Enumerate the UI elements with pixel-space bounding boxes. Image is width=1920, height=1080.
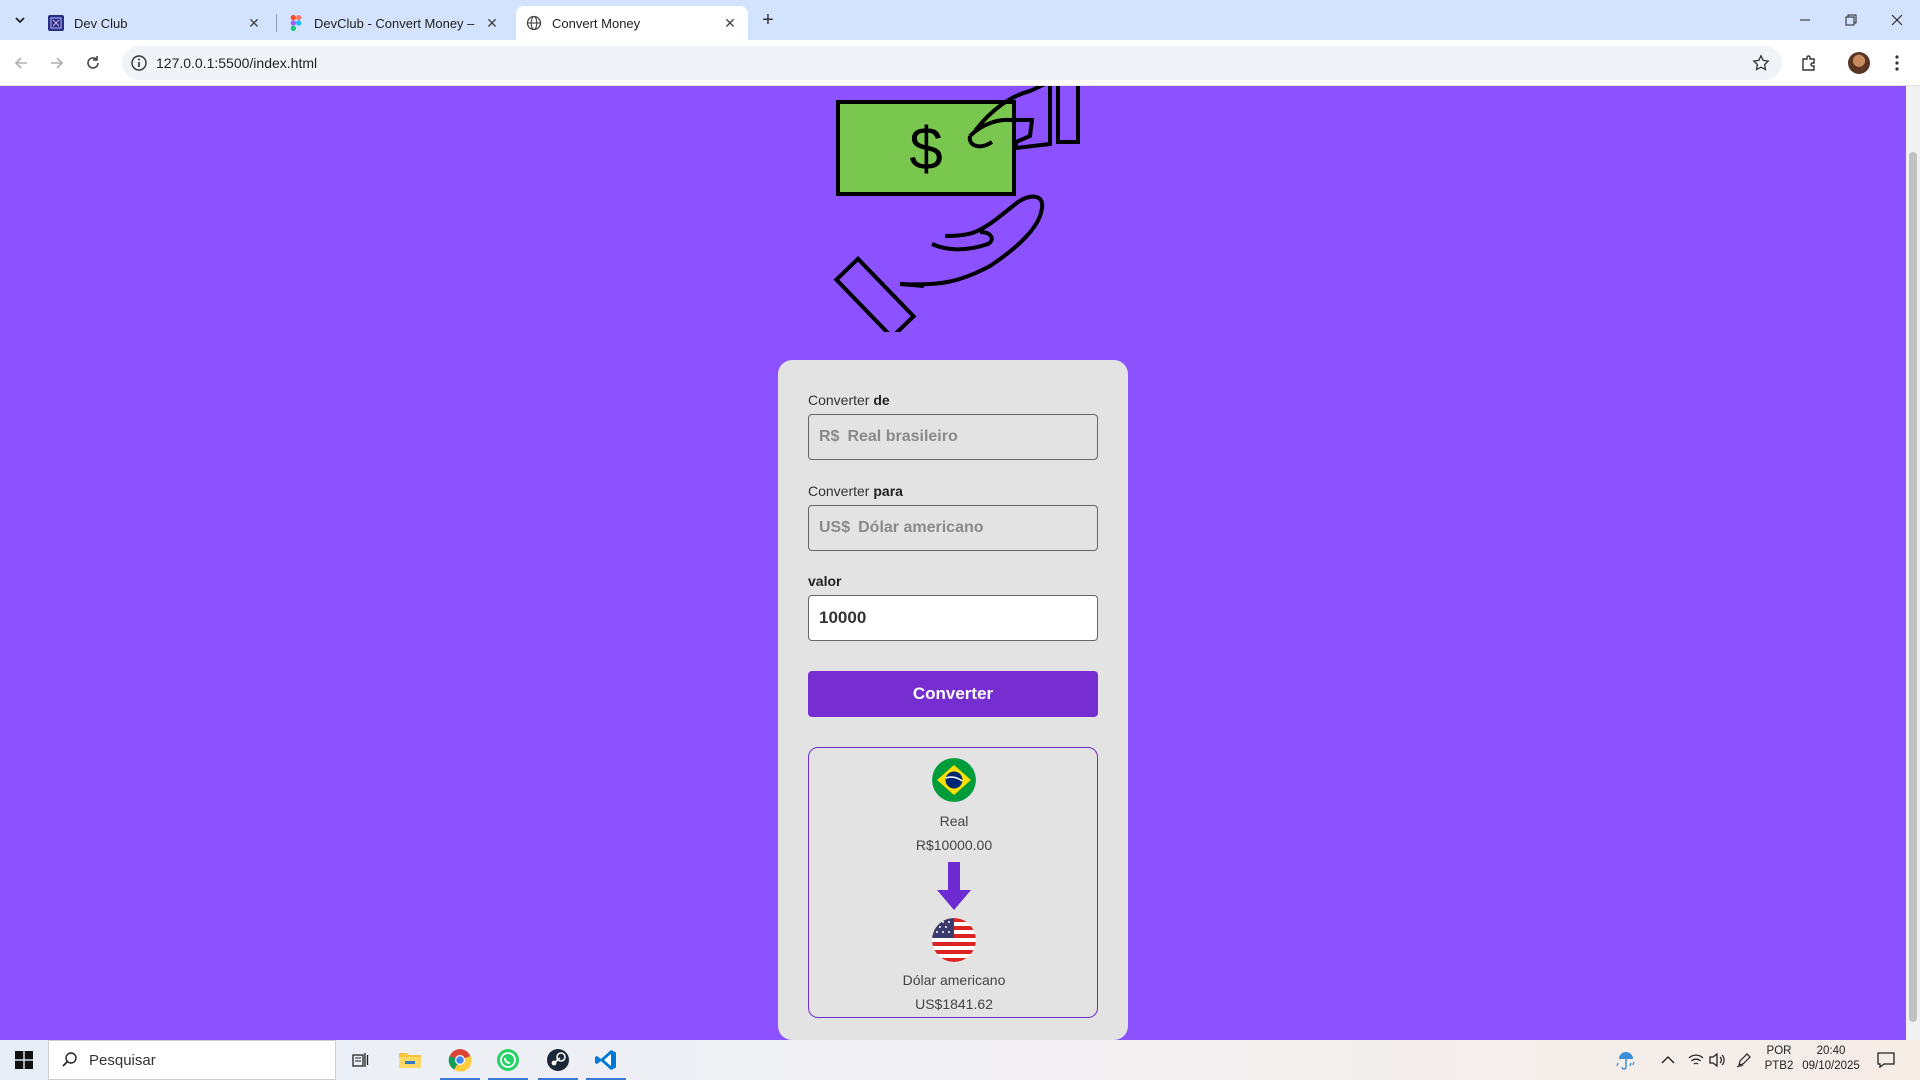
arrow-right-icon: [51, 57, 64, 69]
profile-avatar[interactable]: [1848, 52, 1870, 74]
from-currency-symbol: R$: [819, 428, 840, 445]
clock-date: 09/10/2025: [1802, 1060, 1860, 1072]
search-icon: [62, 1052, 77, 1067]
to-currency-label: Converter para: [808, 483, 903, 499]
language-text: POR: [1766, 1045, 1792, 1057]
converter-card: Converter de R$ Real brasileiro Converte…: [778, 360, 1128, 1040]
minimize-icon: [1800, 19, 1810, 21]
from-label-text: Converter: [808, 392, 870, 408]
folder-icon: [399, 1053, 421, 1068]
page-scrollbar[interactable]: [1906, 86, 1920, 1040]
new-tab-button[interactable]: +: [756, 8, 780, 32]
site-info-icon[interactable]: [130, 54, 148, 72]
value-input[interactable]: [808, 595, 1098, 641]
figma-favicon-icon: [288, 15, 304, 31]
weather-button[interactable]: [1602, 1040, 1650, 1080]
kebab-menu-icon: [1895, 55, 1899, 71]
reload-icon: [87, 56, 99, 69]
from-currency-label: Converter de: [808, 392, 890, 408]
conversion-result-box: Real R$10000.00 Dólar americano US$1841.…: [808, 747, 1098, 1018]
task-view-icon: [352, 1053, 369, 1067]
close-tab-icon[interactable]: ✕: [484, 15, 500, 31]
to-currency-name: Dólar americano: [858, 519, 984, 536]
steam-icon: [547, 1049, 569, 1071]
close-tab-icon[interactable]: ✕: [246, 15, 262, 31]
clock[interactable]: 20:40 09/10/2025: [1796, 1044, 1866, 1074]
task-view-button[interactable]: [336, 1040, 384, 1080]
devclub-favicon-icon: [48, 15, 64, 31]
close-tab-icon[interactable]: ✕: [722, 15, 738, 31]
restore-icon: [1845, 14, 1857, 26]
to-label-text: Converter: [808, 483, 870, 499]
browser-tab-bar: Dev Club ✕ DevClub - Convert Money – Fig…: [0, 0, 1920, 40]
whatsapp-button[interactable]: [484, 1040, 532, 1080]
keyboard-layout-text: PTB2: [1764, 1060, 1794, 1072]
minimize-button[interactable]: [1782, 0, 1828, 40]
extensions-button[interactable]: [1796, 50, 1822, 76]
tab-convert-money[interactable]: Convert Money ✕: [516, 6, 748, 40]
restore-button[interactable]: [1828, 0, 1874, 40]
tab-search-button[interactable]: [8, 8, 32, 32]
tab-title: DevClub - Convert Money – Fig: [314, 15, 478, 31]
globe-icon: [526, 15, 542, 31]
input-language-indicator[interactable]: POR PTB2: [1764, 1044, 1794, 1074]
tab-separator: [276, 14, 277, 32]
file-explorer-button[interactable]: [386, 1040, 434, 1080]
pen-icon: [1736, 1053, 1751, 1068]
windows-logo-icon: [15, 1051, 33, 1069]
puzzle-icon: [1802, 55, 1815, 71]
close-icon: [1891, 14, 1903, 26]
pen-menu-button[interactable]: [1722, 1040, 1766, 1080]
bookmark-star-icon[interactable]: [1752, 54, 1770, 72]
usa-flag-icon: [932, 918, 976, 962]
tab-figma[interactable]: DevClub - Convert Money – Fig ✕: [278, 6, 510, 40]
from-currency-result-value: R$10000.00: [915, 837, 993, 853]
close-window-button[interactable]: [1874, 0, 1920, 40]
to-currency-result-name: Dólar americano: [902, 972, 1006, 988]
to-currency-result-value: US$1841.62: [915, 996, 993, 1012]
tab-title: Dev Club: [74, 15, 128, 31]
whatsapp-icon: [497, 1049, 519, 1071]
svg-text:$: $: [909, 115, 942, 182]
search-placeholder: Pesquisar: [89, 1051, 156, 1069]
steam-button[interactable]: [534, 1040, 582, 1080]
to-currency-select[interactable]: US$ Dólar americano: [808, 505, 1098, 551]
convert-button[interactable]: Converter: [808, 671, 1098, 717]
reload-button[interactable]: [80, 50, 106, 76]
tab-title: Convert Money: [552, 15, 641, 31]
browser-menu-button[interactable]: [1884, 50, 1910, 76]
money-hand-illustration-icon: $: [833, 86, 1080, 332]
to-currency-symbol: US$: [819, 519, 851, 536]
scrollbar-thumb[interactable]: [1909, 152, 1917, 1022]
notification-icon: [1877, 1052, 1895, 1068]
notifications-button[interactable]: [1862, 1040, 1910, 1080]
vscode-button[interactable]: [582, 1040, 630, 1080]
chrome-button[interactable]: [436, 1040, 484, 1080]
vscode-icon: [595, 1050, 616, 1070]
chrome-icon: [448, 1049, 472, 1072]
taskbar-search-box[interactable]: Pesquisar: [48, 1040, 336, 1080]
from-currency-select[interactable]: R$ Real brasileiro: [808, 414, 1098, 460]
address-bar[interactable]: 127.0.0.1:5500/index.html: [122, 46, 1782, 80]
forward-button[interactable]: [44, 50, 70, 76]
to-label-bold: para: [873, 483, 903, 499]
value-label: valor: [808, 573, 842, 589]
brazil-flag-icon: [932, 758, 976, 802]
browser-toolbar: 127.0.0.1:5500/index.html: [0, 40, 1920, 86]
start-button[interactable]: [0, 1040, 48, 1080]
weather-rain-icon: [1616, 1052, 1635, 1070]
back-button[interactable]: [8, 50, 34, 76]
from-label-bold: de: [873, 392, 890, 408]
chevron-down-icon: [15, 17, 25, 24]
arrow-down-icon: [937, 862, 971, 910]
arrow-left-icon: [14, 57, 27, 69]
from-currency-name: Real brasileiro: [847, 428, 958, 445]
clock-time: 20:40: [1816, 1045, 1846, 1057]
windows-taskbar: Pesquisar POR PTB2 20:40 09/10/2025: [0, 1040, 1920, 1080]
url-text: 127.0.0.1:5500/index.html: [156, 55, 318, 71]
from-currency-result-name: Real: [939, 813, 969, 829]
tab-dev-club[interactable]: Dev Club ✕: [38, 6, 272, 40]
